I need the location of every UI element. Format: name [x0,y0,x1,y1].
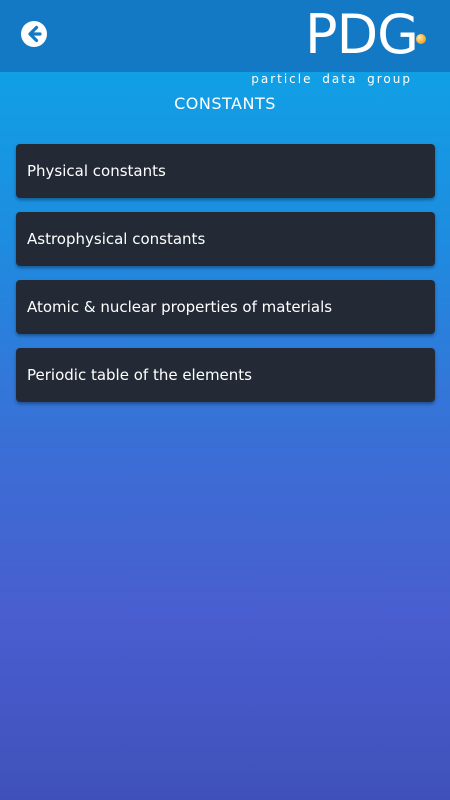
menu-item-label: Periodic table of the elements [27,366,252,384]
pdg-logo: PDG particle data group [251,3,438,86]
menu-item-periodic-table[interactable]: Periodic table of the elements [16,348,435,402]
logo-dot-icon [416,34,426,44]
menu-item-label: Astrophysical constants [27,230,206,248]
arrow-left-circle-icon [21,21,47,47]
menu-item-atomic-nuclear-properties[interactable]: Atomic & nuclear properties of materials [16,280,435,334]
menu-item-label: Atomic & nuclear properties of materials [27,298,333,316]
logo-mark: PDG [305,3,419,66]
back-button[interactable] [20,20,48,48]
menu-item-astrophysical-constants[interactable]: Astrophysical constants [16,212,435,266]
menu-item-label: Physical constants [27,162,166,180]
menu-item-physical-constants[interactable]: Physical constants [16,144,435,198]
page-title: CONSTANTS [174,94,276,113]
constants-menu: Physical constants Astrophysical constan… [16,144,435,416]
logo-subtitle: particle data group [251,72,412,86]
app-header: PDG particle data group [0,0,450,86]
